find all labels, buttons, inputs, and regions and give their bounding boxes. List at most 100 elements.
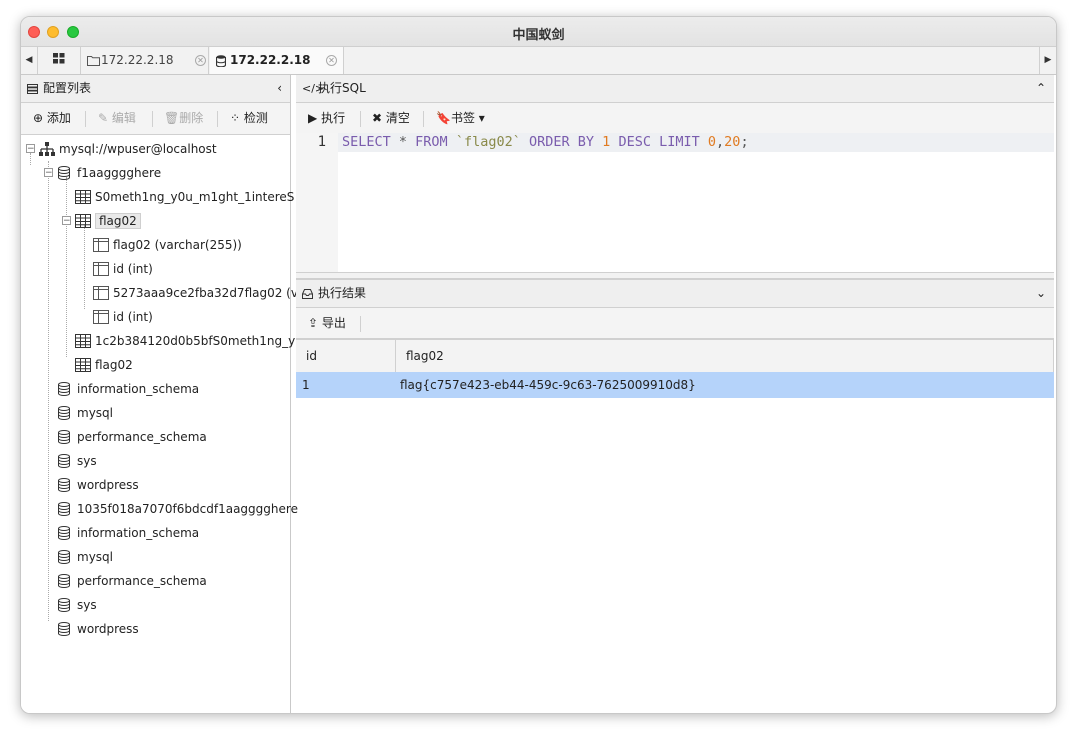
bookmark-button[interactable]: 🔖书签 ▾ (436, 103, 485, 133)
tree-item-database[interactable]: 1035f018a7070f6bdcdf1aagggghere (57, 499, 298, 519)
tree-item-database[interactable]: f1aagggghere (57, 163, 161, 183)
tab-label: 172.22.2.18 (101, 53, 174, 67)
tree-item-database[interactable]: mysql (57, 403, 113, 423)
result-toolbar: ⇪ 导出 (296, 308, 1054, 339)
column-icon (93, 309, 109, 324)
sql-panel-header[interactable]: </> 执行SQL ⌃ (296, 75, 1054, 103)
tab-close-icon[interactable]: ✕ (195, 55, 206, 66)
tab-database[interactable]: 172.22.2.18 ✕ (210, 47, 344, 74)
chevron-down-icon[interactable]: ⌄ (1036, 280, 1046, 307)
column-header-id[interactable]: id (296, 340, 396, 372)
database-icon (57, 549, 73, 564)
column-icon (93, 261, 109, 276)
tab-close-icon[interactable]: ✕ (326, 55, 337, 66)
table-row[interactable]: 1 flag{c757e423-eb44-459c-9c63-762500991… (296, 372, 1054, 398)
window-title: 中国蚁剑 (512, 28, 565, 43)
bookmark-icon: 🔖 (436, 111, 451, 125)
sql-workspace: </> 执行SQL ⌃ ▶ 执行 ✖ 清空 🔖书签 ▾ 1 SELECT * F… (296, 75, 1054, 713)
table-icon (75, 213, 91, 228)
config-toolbar: ⊕ 添加 ✎ 编辑 🗑删除 ⁘ 检测 (21, 103, 290, 135)
table-icon (75, 357, 91, 372)
sql-panel-title: 执行SQL (318, 81, 366, 95)
config-list-title: 配置列表 (43, 81, 92, 95)
config-list-panel: 配置列表 ‹ ⊕ 添加 ✎ 编辑 🗑删除 ⁘ 检测 − − − mysql://… (21, 75, 298, 713)
sql-editor[interactable]: 1 SELECT * FROM `flag02` ORDER BY 1 DESC… (296, 133, 1054, 273)
database-icon (215, 47, 227, 74)
tree-item-database[interactable]: information_schema (57, 523, 199, 543)
chevron-up-icon[interactable]: ⌃ (1036, 75, 1046, 102)
caret-down-icon: ▾ (478, 111, 485, 125)
tree-item-table[interactable]: flag02 (75, 355, 133, 375)
tree-item-column[interactable]: id (int) (93, 307, 153, 327)
trash-icon: 🗑 (164, 111, 180, 125)
database-icon (57, 573, 73, 588)
app-window: 中国蚁剑 ◀ 172.22.2.18 ✕ 172.22.2.18 ✕ ▶ 配置列… (20, 16, 1057, 714)
database-icon (57, 429, 73, 444)
collapse-table-toggle[interactable]: − (62, 216, 71, 226)
inbox-icon (302, 280, 313, 307)
database-icon (57, 525, 73, 540)
tree-item-table[interactable]: S0meth1ng_y0u_m1ght_1intereS (75, 187, 294, 207)
plus-circle-icon: ⊕ (33, 111, 44, 125)
database-icon (57, 381, 73, 396)
sql-code-line[interactable]: SELECT * FROM `flag02` ORDER BY 1 DESC L… (342, 133, 749, 152)
export-button[interactable]: ⇪ 导出 (308, 308, 346, 338)
line-number: 1 (317, 134, 326, 150)
tree-item-column[interactable]: id (int) (93, 259, 153, 279)
edit-button[interactable]: ✎ 编辑 (98, 103, 136, 134)
database-icon (57, 165, 73, 180)
cell-id[interactable]: 1 (296, 372, 396, 398)
tree-item-database[interactable]: sys (57, 451, 97, 471)
tree-item-database[interactable]: sys (57, 595, 97, 615)
result-grid-header: id flag02 (296, 339, 1054, 373)
tab-bar: ◀ 172.22.2.18 ✕ 172.22.2.18 ✕ ▶ (21, 47, 1056, 75)
folder-icon (87, 47, 100, 74)
cell-flag02[interactable]: flag{c757e423-eb44-459c-9c63-7625009910d… (396, 372, 696, 398)
tree-item-database[interactable]: mysql (57, 547, 113, 567)
database-tree: − − − mysql://wpuser@localhost f1aaggggh… (21, 135, 298, 713)
check-button[interactable]: ⁘ 检测 (230, 103, 268, 134)
database-icon (57, 597, 73, 612)
table-icon (75, 333, 91, 348)
result-panel-header[interactable]: 执行结果 ⌄ (296, 279, 1054, 308)
tree-item-column[interactable]: flag02 (varchar(255)) (93, 235, 242, 255)
tree-item-database[interactable]: performance_schema (57, 427, 207, 447)
collapse-root-toggle[interactable]: − (26, 144, 35, 154)
column-icon (93, 285, 109, 300)
home-grid-icon[interactable] (38, 47, 81, 74)
tree-item-database[interactable]: wordpress (57, 475, 139, 495)
tree-root-connection[interactable]: mysql://wpuser@localhost (39, 139, 217, 159)
database-icon (57, 621, 73, 636)
tree-item-column[interactable]: 5273aaa9ce2fba32d7flag02 (v (93, 283, 298, 303)
result-panel: 执行结果 ⌄ ⇪ 导出 (296, 279, 1054, 339)
result-panel-title: 执行结果 (318, 286, 367, 300)
collapse-left-icon[interactable]: ‹ (277, 75, 282, 102)
tree-item-database[interactable]: wordpress (57, 619, 139, 639)
database-icon (57, 453, 73, 468)
delete-button[interactable]: 🗑删除 (164, 103, 203, 134)
database-icon (57, 405, 73, 420)
column-icon (93, 237, 109, 252)
tab-scroll-right-icon[interactable]: ▶ (1039, 47, 1056, 74)
upload-icon: ⇪ (308, 316, 319, 330)
tree-item-database[interactable]: information_schema (57, 379, 199, 399)
add-button[interactable]: ⊕ 添加 (33, 103, 71, 134)
line-gutter: 1 (296, 133, 338, 272)
times-icon: ✖ (372, 111, 383, 125)
tab-file-manager[interactable]: 172.22.2.18 ✕ (81, 47, 209, 74)
collapse-db-toggle[interactable]: − (44, 168, 53, 178)
tree-item-table-selected[interactable]: flag02 (75, 211, 141, 231)
column-header-flag02[interactable]: flag02 (396, 340, 1054, 372)
execute-button[interactable]: ▶ 执行 (308, 103, 345, 133)
tree-item-database[interactable]: performance_schema (57, 571, 207, 591)
tab-label: 172.22.2.18 (230, 53, 311, 67)
title-bar: 中国蚁剑 (21, 17, 1056, 47)
sitemap-icon (39, 141, 55, 156)
sql-toolbar: ▶ 执行 ✖ 清空 🔖书签 ▾ (296, 103, 1054, 134)
clear-button[interactable]: ✖ 清空 (372, 103, 410, 133)
play-icon: ▶ (308, 111, 318, 125)
tab-scroll-left-icon[interactable]: ◀ (21, 47, 38, 74)
list-icon (27, 75, 38, 102)
table-icon (75, 189, 91, 204)
tree-item-table[interactable]: 1c2b384120d0b5bfS0meth1ng_y (75, 331, 295, 351)
